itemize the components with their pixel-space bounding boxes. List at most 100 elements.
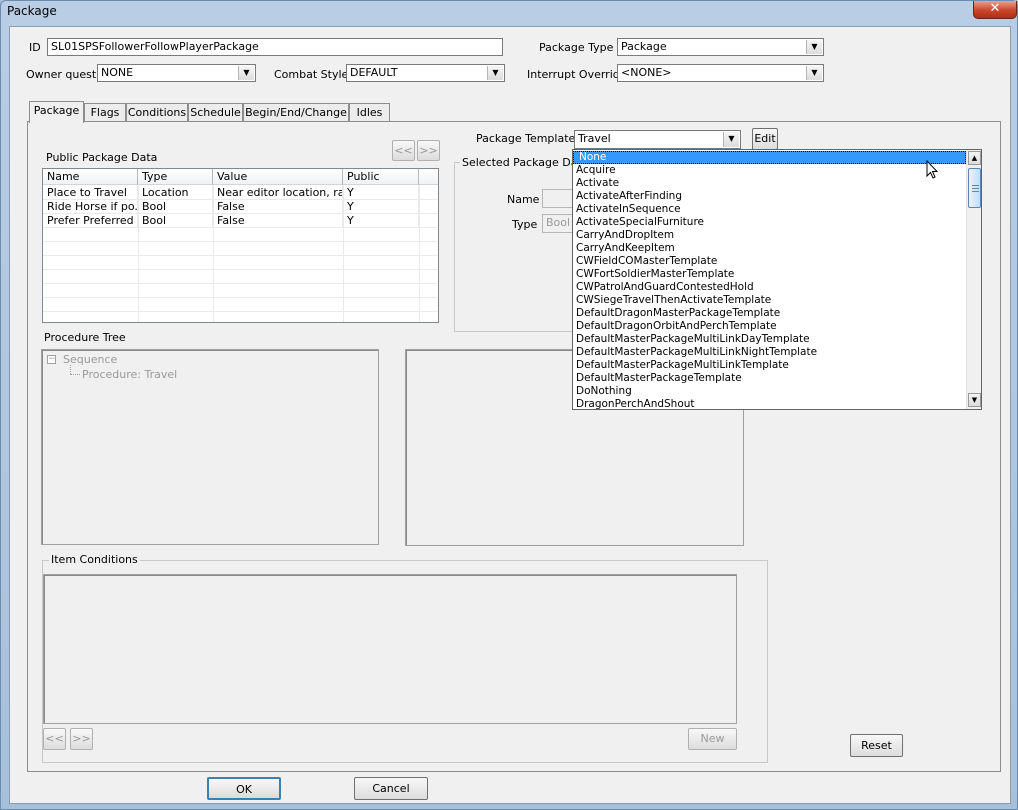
dropdown-option[interactable]: DefaultDragonOrbitAndPerchTemplate	[573, 320, 966, 333]
public-package-data-list[interactable]: Name Type Value Public Place to Travel L…	[42, 168, 439, 323]
procedure-tree[interactable]: − Sequence Procedure: Travel	[41, 349, 379, 545]
table-row[interactable]: Prefer Preferred ... Bool False Y	[43, 214, 438, 228]
cell-name: Ride Horse if po...	[43, 200, 138, 214]
cell-public: Y	[343, 200, 419, 214]
empty-row	[43, 284, 438, 298]
dropdown-option[interactable]: CarryAndDropItem	[573, 229, 966, 242]
collapse-icon[interactable]: −	[47, 355, 56, 364]
name-label: Name	[507, 193, 540, 206]
dialog-client-area: ID SL01SPSFollowerFollowPlayerPackage Pa…	[9, 26, 1011, 804]
tab-begin-end-change[interactable]: Begin/End/Change	[243, 103, 349, 122]
dropdown-option[interactable]: DefaultMasterPackageTemplate	[573, 372, 966, 385]
tab-flags[interactable]: Flags	[84, 103, 126, 122]
interrupt-override-combo[interactable]: <NONE> ▼	[617, 64, 824, 82]
scroll-up-icon[interactable]: ▲	[968, 151, 981, 165]
chevron-down-icon[interactable]: ▼	[723, 132, 739, 147]
dropdown-option[interactable]: CWSiegeTravelThenActivateTemplate	[573, 294, 966, 307]
id-field[interactable]: SL01SPSFollowerFollowPlayerPackage	[47, 38, 503, 56]
scroll-thumb[interactable]	[968, 168, 981, 208]
dropdown-option[interactable]: None	[573, 151, 966, 164]
dropdown-option[interactable]: CarryAndKeepItem	[573, 242, 966, 255]
cell-value: Near editor location, ra...	[213, 186, 343, 200]
list-header: Name Type Value Public	[43, 169, 438, 185]
column-header-public[interactable]: Public	[343, 169, 419, 185]
grip-line	[972, 188, 979, 189]
dropdown-option[interactable]: ActivateInSequence	[573, 203, 966, 216]
dropdown-option[interactable]: Acquire	[573, 164, 966, 177]
interrupt-override-label: Interrupt Override	[527, 68, 627, 81]
dropdown-option[interactable]: Activate	[573, 177, 966, 190]
cell-public: Y	[343, 186, 419, 200]
edit-template-button[interactable]: Edit	[752, 128, 778, 150]
tree-node-procedure-travel[interactable]: Procedure: Travel	[82, 368, 177, 381]
close-icon: ✕	[989, 1, 1001, 16]
grip-line	[972, 185, 979, 186]
dropdown-scrollbar[interactable]: ▲ ▼	[966, 150, 981, 409]
dropdown-option[interactable]: DefaultMasterPackageMultiLinkNightTempla…	[573, 346, 966, 359]
combat-style-label: Combat Style	[274, 68, 349, 81]
grid-line	[213, 185, 214, 322]
grid-line	[138, 185, 139, 322]
procedure-tree-label: Procedure Tree	[44, 331, 126, 344]
cell-value: False	[213, 200, 343, 214]
ok-button[interactable]: OK	[207, 777, 281, 800]
empty-row	[43, 228, 438, 242]
chevron-down-icon[interactable]: ▼	[238, 66, 254, 80]
public-data-next-button[interactable]: >>	[417, 140, 440, 161]
dropdown-option[interactable]: DefaultDragonMasterPackageTemplate	[573, 307, 966, 320]
dropdown-option[interactable]: ActivateSpecialFurniture	[573, 216, 966, 229]
tab-package[interactable]: Package	[29, 101, 84, 123]
dropdown-option[interactable]: DragonPerchAndShout	[573, 398, 966, 409]
cancel-button[interactable]: Cancel	[354, 777, 428, 800]
column-header-name[interactable]: Name	[43, 169, 138, 185]
scroll-down-icon[interactable]: ▼	[968, 393, 981, 407]
empty-row	[43, 256, 438, 270]
conditions-next-button[interactable]: >>	[70, 728, 93, 750]
dropdown-option[interactable]: DefaultMasterPackageMultiLinkDayTemplate	[573, 333, 966, 346]
selected-package-data-group	[454, 162, 579, 332]
owner-quest-combo[interactable]: NONE ▼	[97, 64, 256, 82]
combat-style-combo[interactable]: DEFAULT ▼	[346, 64, 505, 82]
table-row[interactable]: Place to Travel Location Near editor loc…	[43, 186, 438, 200]
chevron-down-icon[interactable]: ▼	[806, 40, 822, 54]
dropdown-option[interactable]: CWFieldCOMasterTemplate	[573, 255, 966, 268]
dropdown-option[interactable]: CWPatrolAndGuardContestedHold	[573, 281, 966, 294]
combat-style-value: DEFAULT	[350, 66, 398, 79]
cell-name: Place to Travel	[43, 186, 138, 200]
dropdown-option[interactable]: CWFortSoldierMasterTemplate	[573, 268, 966, 281]
tab-schedule[interactable]: Schedule	[188, 103, 243, 122]
package-type-combo[interactable]: Package ▼	[617, 38, 824, 56]
dropdown-option[interactable]: DefaultMasterPackageMultiLinkTemplate	[573, 359, 966, 372]
table-row[interactable]: Ride Horse if po... Bool False Y	[43, 200, 438, 214]
package-template-label: Package Template	[476, 132, 576, 145]
conditions-prev-button[interactable]: <<	[43, 728, 66, 750]
chevron-down-icon[interactable]: ▼	[806, 66, 822, 80]
public-package-data-label: Public Package Data	[46, 151, 158, 164]
empty-row	[43, 270, 438, 284]
column-header-type[interactable]: Type	[138, 169, 213, 185]
title-bar[interactable]: Package ✕	[1, 1, 1017, 23]
chevron-down-icon[interactable]: ▼	[487, 66, 503, 80]
dropdown-option[interactable]: DoNothing	[573, 385, 966, 398]
tab-conditions[interactable]: Conditions	[126, 103, 188, 122]
package-template-combo[interactable]: Travel ▼	[574, 130, 741, 149]
column-header-value[interactable]: Value	[213, 169, 343, 185]
reset-button[interactable]: Reset	[850, 734, 903, 757]
dropdown-option[interactable]: ActivateAfterFinding	[573, 190, 966, 203]
package-window: Package ✕ ID SL01SPSFollowerFollowPlayer…	[0, 0, 1018, 810]
item-conditions-label: Item Conditions	[49, 553, 140, 566]
cell-type: Bool	[138, 200, 213, 214]
item-conditions-list[interactable]	[43, 574, 737, 724]
package-type-value: Package	[621, 40, 667, 53]
empty-row	[43, 298, 438, 312]
new-condition-button[interactable]: New	[688, 728, 737, 750]
cell-name: Prefer Preferred ...	[43, 214, 138, 228]
grid-line	[419, 185, 420, 322]
tab-idles[interactable]: Idles	[349, 103, 390, 122]
package-template-dropdown-list[interactable]: None Acquire Activate ActivateAfterFinding A…	[572, 149, 982, 410]
selected-package-data-label: Selected Package Data	[460, 156, 591, 169]
public-data-prev-button[interactable]: <<	[392, 140, 415, 161]
close-button[interactable]: ✕	[973, 1, 1017, 19]
id-label: ID	[29, 41, 41, 54]
tree-node-sequence[interactable]: Sequence	[63, 353, 117, 366]
